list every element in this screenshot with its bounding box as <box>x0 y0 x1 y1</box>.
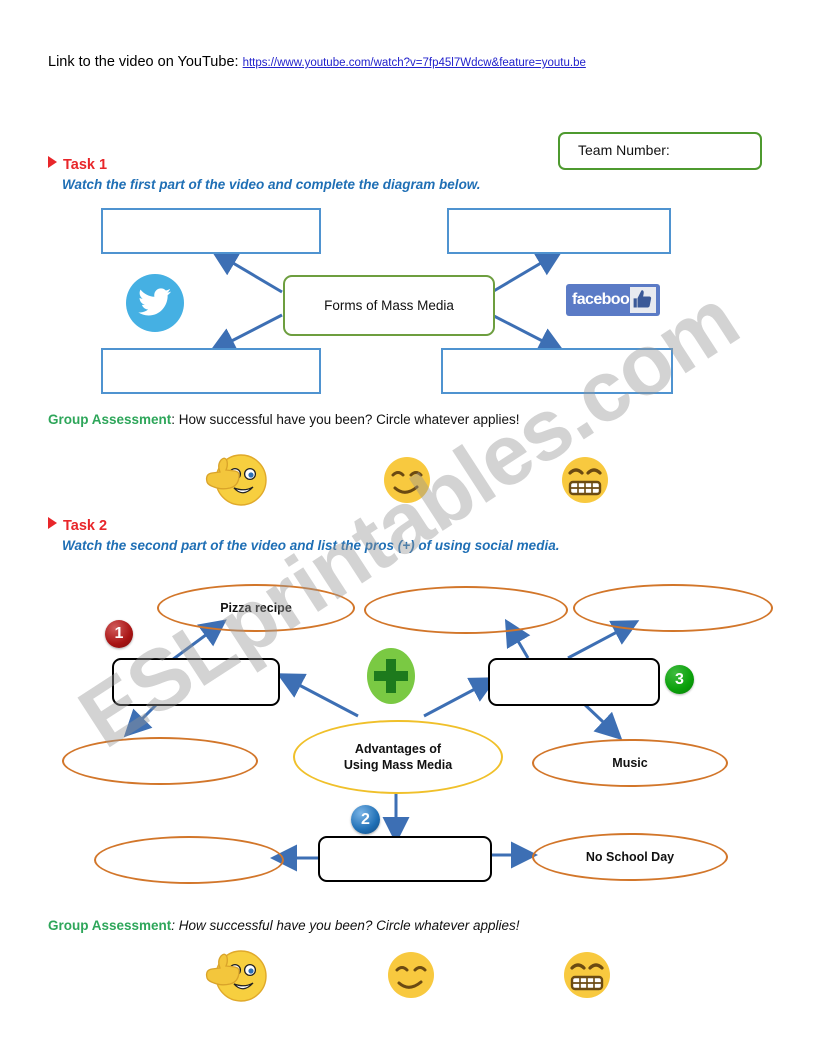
task2-center-label-line1: Advantages of <box>354 742 442 756</box>
grinning-face-clenched-teeth-icon <box>564 952 610 998</box>
triangle-bullet-icon <box>48 156 57 168</box>
task2-ellipse-bottom-left[interactable] <box>94 836 284 884</box>
task2-ellipse-mid-left[interactable] <box>62 737 258 785</box>
plus-circle-icon <box>365 646 417 706</box>
team-number-box[interactable]: Team Number: <box>558 132 762 170</box>
youtube-link-row: Link to the video on YouTube: https://ww… <box>48 54 586 70</box>
task1-emoji-thumbs-up-smiley[interactable] <box>203 448 269 513</box>
task1-group-assessment: Group Assessment: How successful have yo… <box>48 412 519 427</box>
task2-answer-box-bottom[interactable] <box>318 836 492 882</box>
task2-ellipse-mid-right[interactable]: Music <box>532 739 728 787</box>
facebook-icon: facebook <box>566 284 660 316</box>
step-badge-3-text: 3 <box>675 670 684 688</box>
thumbs-up-smiley-icon <box>205 454 267 506</box>
task2-group-assessment: Group Assessment: How successful have yo… <box>48 918 519 933</box>
task2-group-assessment-label: Group Assessment <box>48 918 172 933</box>
task2-ellipse-bottom-right[interactable]: No School Day <box>532 833 728 881</box>
task2-ellipse-bottom-right-text: No School Day <box>585 850 675 864</box>
triangle-bullet-icon <box>48 517 57 529</box>
step-badge-3: 3 <box>665 665 694 694</box>
task2-center-node: Advantages of Using Mass Media <box>293 720 503 794</box>
task2-emoji-smirking-face[interactable] <box>386 950 436 1005</box>
thumbs-up-smiley-icon <box>205 950 267 1002</box>
thumbs-up-glyph <box>630 287 656 313</box>
step-badge-1-text: 1 <box>114 625 124 642</box>
task1-emoji-smirking-face[interactable] <box>382 455 432 510</box>
task1-answer-box-top-right[interactable] <box>447 208 671 254</box>
step-badge-1: 1 <box>105 620 133 648</box>
task2-center-label-line2: Using Mass Media <box>343 758 453 772</box>
smirking-face-icon <box>384 457 430 503</box>
youtube-link-label: Link to the video on YouTube: <box>48 54 239 70</box>
task2-instruction: Watch the second part of the video and l… <box>62 538 560 553</box>
task1-emoji-grinning-face[interactable] <box>560 455 610 510</box>
youtube-url-link[interactable]: https://www.youtube.com/watch?v=7fp45l7W… <box>243 57 586 69</box>
task2-answer-box-right[interactable] <box>488 658 660 706</box>
task1-group-assessment-text: : How successful have you been? Circle w… <box>171 412 520 427</box>
task2-ellipse-mid-right-text: Music <box>612 756 648 770</box>
worksheet-page: Link to the video on YouTube: https://ww… <box>0 0 821 1062</box>
task1-center-label: Forms of Mass Media <box>324 298 454 313</box>
task2-heading: Task 2 <box>48 517 107 534</box>
task2-ellipse-top-mid[interactable] <box>364 586 568 634</box>
task1-answer-box-bottom-left[interactable] <box>101 348 321 394</box>
grinning-face-clenched-teeth-icon <box>562 457 608 503</box>
task2-title: Task 2 <box>63 518 108 534</box>
task1-center-node: Forms of Mass Media <box>283 275 495 336</box>
task1-heading: Task 1 <box>48 156 107 173</box>
task1-title: Task 1 <box>63 157 108 173</box>
smirking-face-icon <box>388 952 434 998</box>
task2-ellipse-top-right[interactable] <box>573 584 773 632</box>
step-badge-2-text: 2 <box>361 810 370 828</box>
twitter-bird-glyph <box>138 288 171 316</box>
task2-center-label: Advantages of Using Mass Media <box>344 741 452 773</box>
team-number-label: Team Number: <box>578 142 670 158</box>
plus-symbol-node <box>363 645 419 707</box>
twitter-icon <box>126 274 184 332</box>
facebook-wordmark: facebook <box>572 291 638 308</box>
task1-answer-box-top-left[interactable] <box>101 208 321 254</box>
task1-answer-box-bottom-right[interactable] <box>441 348 673 394</box>
task1-group-assessment-label: Group Assessment <box>48 412 172 427</box>
task1-instruction: Watch the first part of the video and co… <box>62 177 481 192</box>
task2-ellipse-top-left[interactable]: Pizza recipe <box>157 584 355 632</box>
step-badge-2: 2 <box>351 805 380 834</box>
task2-emoji-grinning-face[interactable] <box>562 950 612 1005</box>
task2-emoji-thumbs-up-smiley[interactable] <box>203 944 269 1009</box>
task2-group-assessment-text: : How successful have you been? Circle w… <box>171 918 520 933</box>
task2-ellipse-top-left-text: Pizza recipe <box>220 601 292 615</box>
task2-answer-box-left[interactable] <box>112 658 280 706</box>
